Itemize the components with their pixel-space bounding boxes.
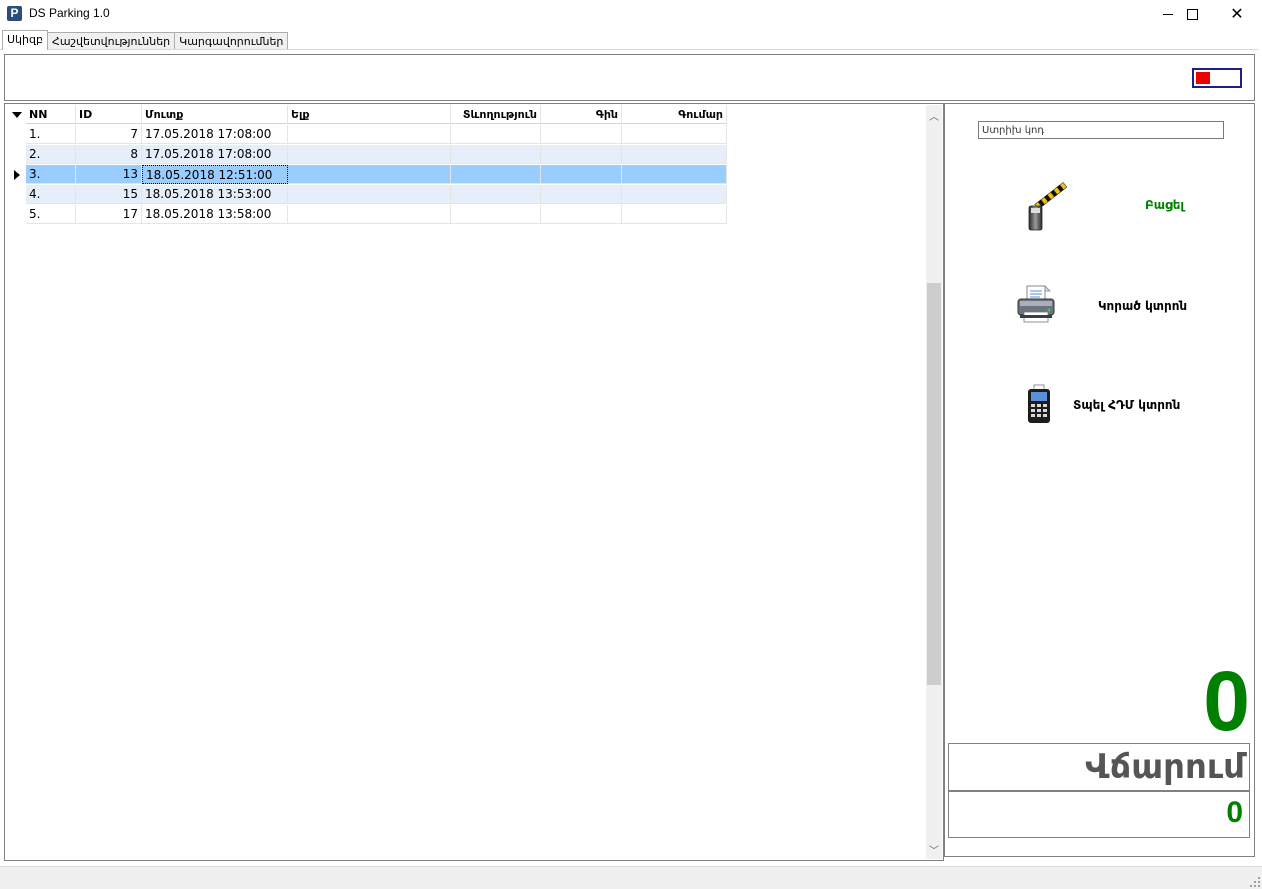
grid-header: NN ID Մուտք Ելք Տևողություն Գին Գումար bbox=[6, 105, 727, 125]
open-barrier-label: Բացել bbox=[1145, 198, 1185, 212]
scroll-up-icon[interactable]: ︿ bbox=[926, 107, 942, 123]
tab-home[interactable]: Սկիզբ bbox=[2, 30, 48, 50]
tab-reports[interactable]: Հաշվետվություններ bbox=[46, 32, 176, 50]
col-header-entry[interactable]: Մուտք bbox=[142, 105, 288, 124]
cell-price[interactable] bbox=[541, 205, 622, 224]
cell-exit[interactable] bbox=[288, 205, 451, 224]
lost-ticket-label: Կորած կտրոն bbox=[1098, 299, 1188, 313]
cell-entry[interactable]: 17.05.2018 17:08:00 bbox=[142, 145, 288, 164]
cell-duration[interactable] bbox=[451, 165, 541, 184]
cell-price[interactable] bbox=[541, 165, 622, 184]
title-bar: P DS Parking 1.0 ✕ bbox=[0, 0, 1262, 28]
grid-menu-button[interactable] bbox=[6, 105, 26, 125]
cell-entry[interactable]: 18.05.2018 13:58:00 bbox=[142, 205, 288, 224]
control-panel: Ստրիխ կոդ Բացել Կորած կտրոն Տպել ՀԴՄ կտր… bbox=[944, 103, 1255, 857]
cell-id[interactable]: 13 bbox=[76, 165, 142, 184]
cell-nn[interactable]: 1. bbox=[26, 125, 76, 144]
current-row-arrow-icon bbox=[14, 170, 20, 180]
cell-exit[interactable] bbox=[288, 185, 451, 204]
scroll-down-icon[interactable]: ﹀ bbox=[926, 841, 942, 857]
row-indicator bbox=[6, 185, 26, 205]
grid-vertical-scrollbar[interactable]: ︿ ﹀ bbox=[926, 105, 942, 859]
print-fiscal-label: Տպել ՀԴՄ կտրոն bbox=[1073, 398, 1181, 412]
cell-nn[interactable]: 5. bbox=[26, 205, 76, 224]
barcode-input[interactable]: Ստրիխ կոդ bbox=[978, 121, 1224, 139]
cell-duration[interactable] bbox=[451, 125, 541, 144]
printer-icon bbox=[1017, 285, 1055, 323]
window-title: DS Parking 1.0 bbox=[29, 6, 110, 20]
open-barrier-button[interactable]: Բացել bbox=[945, 176, 1254, 236]
top-panel bbox=[4, 54, 1255, 101]
tab-divider bbox=[0, 49, 1258, 50]
cell-entry[interactable]: 18.05.2018 13:53:00 bbox=[142, 185, 288, 204]
cell-duration[interactable] bbox=[451, 205, 541, 224]
print-fiscal-button[interactable]: Տպել ՀԴՄ կտրոն bbox=[945, 374, 1254, 434]
chevron-down-icon bbox=[12, 112, 22, 118]
connection-indicator bbox=[1192, 68, 1242, 88]
tab-settings[interactable]: Կարգավորումներ bbox=[174, 32, 289, 50]
close-icon: ✕ bbox=[1230, 4, 1244, 23]
table-row[interactable]: 1. 7 17.05.2018 17:08:00 bbox=[6, 125, 727, 145]
barrier-gate-icon bbox=[1028, 181, 1068, 231]
table-row[interactable]: 2. 8 17.05.2018 17:08:00 bbox=[6, 145, 727, 165]
maximize-button[interactable] bbox=[1169, 0, 1215, 28]
vehicle-count: 0 bbox=[1203, 654, 1250, 748]
cell-id[interactable]: 7 bbox=[76, 125, 142, 144]
cell-duration[interactable] bbox=[451, 145, 541, 164]
indicator-fill bbox=[1196, 72, 1210, 84]
payment-amount-box: 0 bbox=[948, 791, 1250, 838]
cell-id[interactable]: 8 bbox=[76, 145, 142, 164]
payment-amount: 0 bbox=[1226, 796, 1243, 829]
cell-sum[interactable] bbox=[622, 205, 727, 224]
pos-terminal-icon bbox=[1028, 384, 1050, 423]
payment-header: Վճարում bbox=[948, 743, 1250, 791]
col-header-sum[interactable]: Գումար bbox=[622, 105, 727, 124]
cell-id[interactable]: 15 bbox=[76, 185, 142, 204]
cell-price[interactable] bbox=[541, 145, 622, 164]
lost-ticket-button[interactable]: Կորած կտրոն bbox=[945, 274, 1254, 334]
col-header-price[interactable]: Գին bbox=[541, 105, 622, 124]
row-indicator bbox=[6, 145, 26, 165]
cell-sum[interactable] bbox=[622, 185, 727, 204]
payment-label: Վճարում bbox=[1085, 747, 1245, 787]
cell-price[interactable] bbox=[541, 185, 622, 204]
status-bar bbox=[0, 866, 1262, 889]
cell-sum[interactable] bbox=[622, 165, 727, 184]
table-row-selected[interactable]: 3. 13 18.05.2018 12:51:00 bbox=[6, 165, 727, 185]
cell-sum[interactable] bbox=[622, 125, 727, 144]
cell-exit[interactable] bbox=[288, 145, 451, 164]
cell-sum[interactable] bbox=[622, 145, 727, 164]
scrollbar-thumb[interactable] bbox=[927, 283, 941, 685]
row-indicator bbox=[6, 165, 26, 185]
cell-duration[interactable] bbox=[451, 185, 541, 204]
cell-exit[interactable] bbox=[288, 165, 451, 184]
col-header-id[interactable]: ID bbox=[76, 105, 142, 124]
col-header-nn[interactable]: NN bbox=[26, 105, 76, 124]
cell-id[interactable]: 17 bbox=[76, 205, 142, 224]
col-header-exit[interactable]: Ելք bbox=[288, 105, 451, 124]
cell-price[interactable] bbox=[541, 125, 622, 144]
cell-entry-focused[interactable]: 18.05.2018 12:51:00 bbox=[142, 165, 288, 184]
sessions-grid-panel: NN ID Մուտք Ելք Տևողություն Գին Գումար 1… bbox=[4, 103, 944, 861]
col-header-duration[interactable]: Տևողություն bbox=[451, 105, 541, 124]
row-indicator bbox=[6, 205, 26, 225]
close-button[interactable]: ✕ bbox=[1214, 0, 1260, 28]
maximize-icon bbox=[1186, 8, 1198, 20]
cell-nn[interactable]: 2. bbox=[26, 145, 76, 164]
app-logo-icon: P bbox=[7, 6, 22, 21]
cell-nn[interactable]: 4. bbox=[26, 185, 76, 204]
cell-entry[interactable]: 17.05.2018 17:08:00 bbox=[142, 125, 288, 144]
cell-exit[interactable] bbox=[288, 125, 451, 144]
table-row[interactable]: 4. 15 18.05.2018 13:53:00 bbox=[6, 185, 727, 205]
table-row[interactable]: 5. 17 18.05.2018 13:58:00 bbox=[6, 205, 727, 225]
cell-nn[interactable]: 3. bbox=[26, 165, 76, 184]
resize-grip-icon[interactable] bbox=[1250, 877, 1260, 887]
row-indicator bbox=[6, 125, 26, 145]
